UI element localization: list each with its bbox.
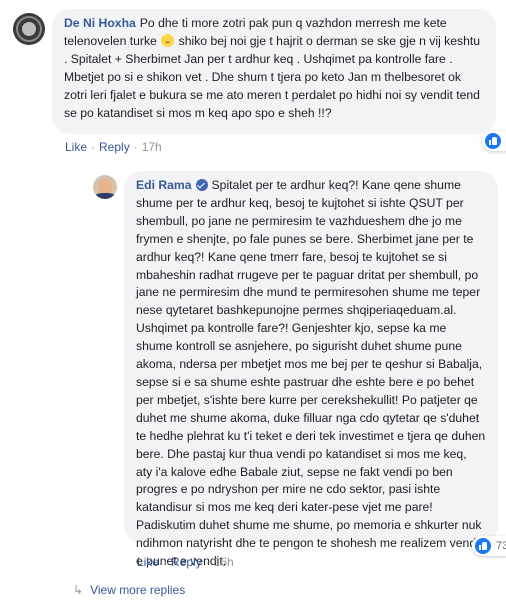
reply-button[interactable]: Reply [99,140,130,154]
view-more-replies-label: View more replies [90,583,186,597]
avatar[interactable] [93,175,117,199]
comment-body: Spitalet per te ardhur keq?! Kane qene s… [136,178,486,569]
comment-timestamp[interactable]: 17h [142,140,162,154]
grinning-sweat-emoji-icon [161,33,175,47]
comment-author[interactable]: Edi Rama [136,178,192,192]
comment-bubble: Edi Rama Spitalet per te ardhur keq?! Kan… [124,171,498,568]
comment-timestamp[interactable]: 16h [214,555,234,569]
reaction-summary[interactable]: 73 [472,536,506,556]
like-button[interactable]: Like [137,555,159,569]
avatar[interactable] [13,13,45,45]
separator-dot: · [163,555,168,569]
separator-dot: · [133,140,138,154]
like-icon [475,538,491,554]
comment-bubble: De Ni Hoxha Po dhe ti more zotri pak pun … [52,9,496,134]
reaction-summary[interactable]: 16 [482,131,506,151]
separator-dot: · [205,555,210,569]
view-more-replies-link[interactable]: ↳ View more replies [73,583,185,597]
verified-badge-icon [195,179,208,191]
reaction-count: 73 [496,540,506,552]
like-icon [485,133,501,149]
reply-button[interactable]: Reply [171,555,202,569]
separator-dot: · [91,140,96,154]
comment-author[interactable]: De Ni Hoxha [64,16,136,30]
comment-actions: Like · Reply · 16h [137,555,234,569]
comment-actions: Like · Reply · 17h [65,140,162,154]
comment-text: Edi Rama Spitalet per te ardhur keq?! Kan… [136,177,486,571]
reply-arrow-icon: ↳ [73,583,84,597]
like-button[interactable]: Like [65,140,87,154]
comment-text: De Ni Hoxha Po dhe ti more zotri pak pun … [64,15,484,122]
